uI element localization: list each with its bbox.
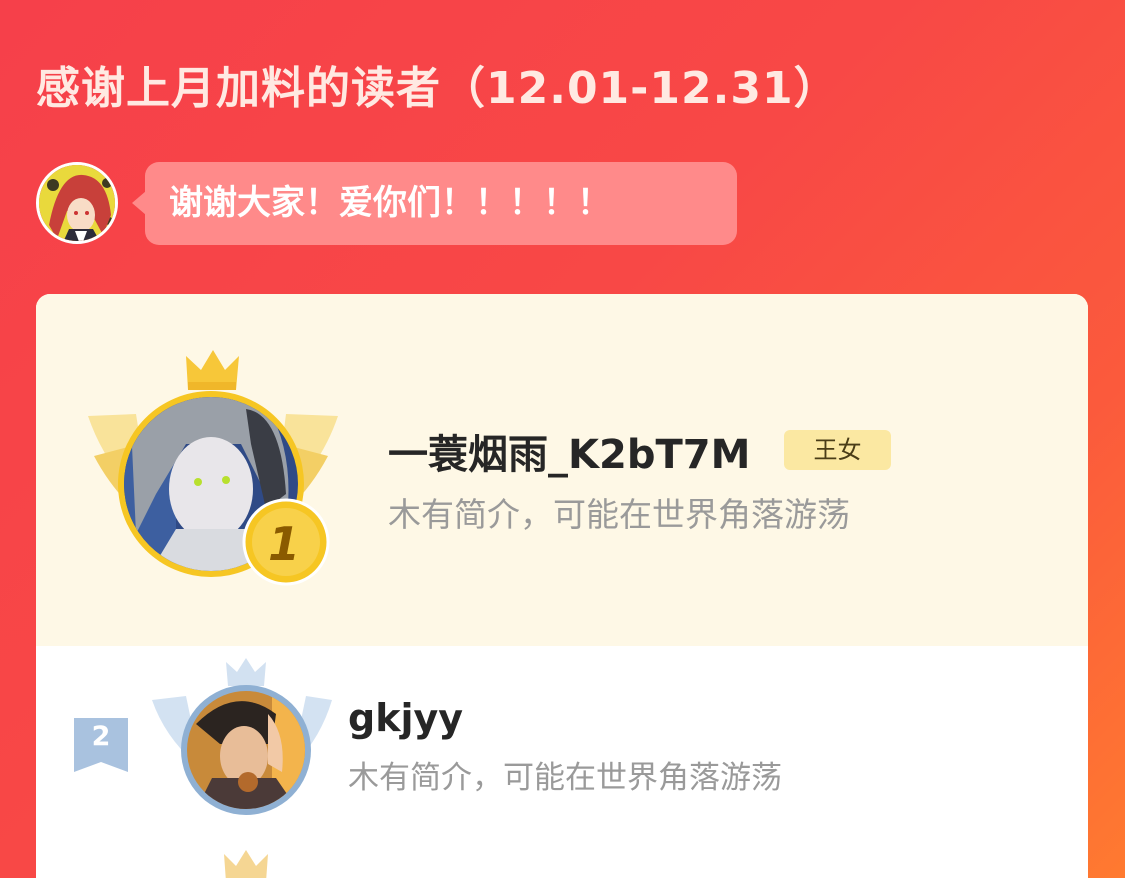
author-avatar-image bbox=[39, 165, 115, 241]
silver-crown-icon bbox=[226, 658, 266, 686]
ranking-card: 1 2 一蓑烟雨_K2bT7M 王女 木有简介，可能在世界角落游荡 gkjyy … bbox=[36, 294, 1088, 878]
rank-1-username[interactable]: 一蓑烟雨_K2bT7M bbox=[388, 422, 750, 480]
rank-2-number: 2 bbox=[91, 721, 111, 752]
page: 感谢上月加料的读者（12.01-12.31） 谢谢大家！爱你们！！！！！ 1 2… bbox=[0, 0, 1125, 878]
rank-1-medal: 1 bbox=[242, 498, 330, 586]
rank-1-title-badge: 王女 bbox=[784, 430, 891, 470]
page-title: 感谢上月加料的读者（12.01-12.31） bbox=[36, 63, 839, 114]
speech-bubble: 谢谢大家！爱你们！！！！！ bbox=[145, 162, 737, 245]
rank-1-bio: 木有简介，可能在世界角落游荡 bbox=[388, 495, 850, 534]
rank-2-bio: 木有简介，可能在世界角落游荡 bbox=[348, 760, 782, 796]
speech-bubble-tail bbox=[132, 191, 146, 215]
bronze-crown-icon bbox=[224, 850, 268, 878]
author-avatar[interactable] bbox=[36, 162, 118, 244]
rank-1-number: 1 bbox=[268, 517, 300, 571]
gold-crown-icon bbox=[186, 350, 239, 390]
rank-2-username[interactable]: gkjyy bbox=[348, 696, 463, 740]
